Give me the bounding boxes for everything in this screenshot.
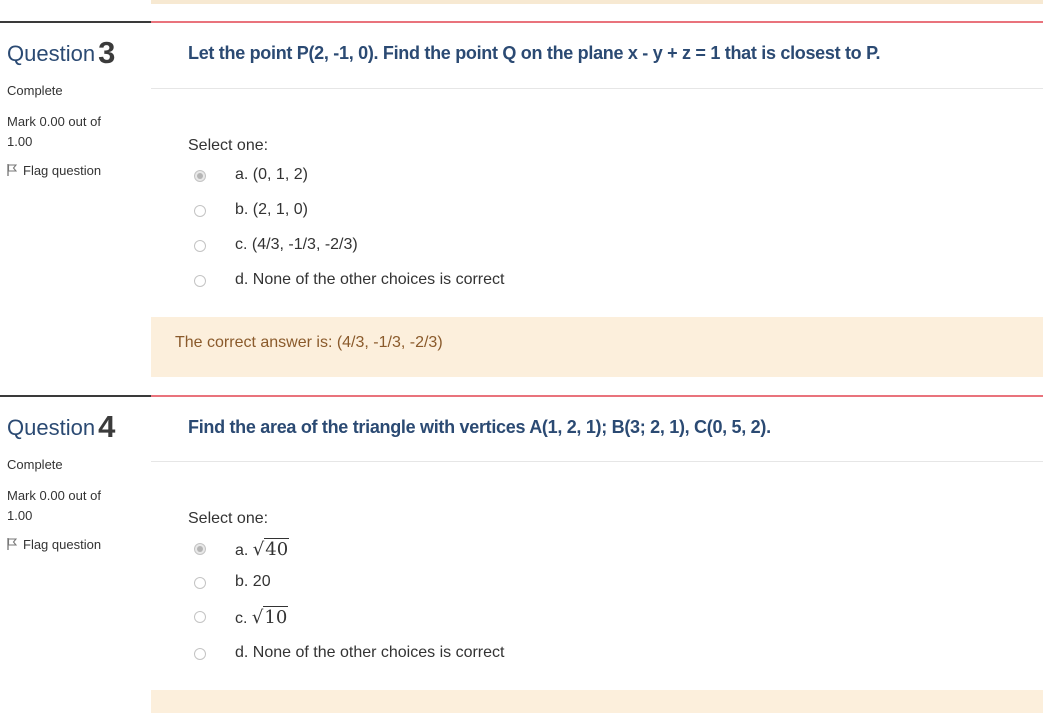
flag-icon	[7, 164, 17, 176]
option-letter: c.	[235, 610, 248, 627]
radio-button[interactable]	[194, 543, 206, 555]
option-letter: c.	[235, 236, 248, 253]
divider	[151, 88, 1043, 89]
option-label: d. None of the other choices is correct	[235, 644, 504, 662]
question-state: Complete	[7, 83, 63, 98]
correct-answer-feedback: The correct answer is: (4/3, -1/3, -2/3)	[175, 334, 443, 351]
square-root-expression: √40	[252, 538, 290, 560]
flag-question-label: Flag question	[23, 537, 102, 552]
option-text: 20	[252, 573, 271, 590]
radio-button[interactable]	[194, 611, 206, 623]
radicand: 40	[264, 538, 290, 560]
feedback-box: The correct answer is: (4/3, -1/3, -2/3)	[151, 317, 1043, 377]
question-label: Question	[7, 415, 96, 440]
option-text: None of the other choices is correct	[252, 271, 505, 288]
radio-button[interactable]	[194, 648, 206, 660]
question-3: Question3 Complete Mark 0.00 out of 1.00…	[0, 21, 1043, 377]
flag-question-label: Flag question	[23, 163, 102, 178]
option-letter: b.	[235, 573, 249, 590]
option-text: (0, 1, 2)	[252, 166, 308, 183]
option-text: (4/3, -1/3, -2/3)	[251, 236, 358, 253]
info-rule	[0, 21, 151, 23]
flag-question-link[interactable]: Flag question	[7, 537, 101, 552]
question-number: Question4	[7, 409, 115, 445]
info-rule	[0, 395, 151, 397]
radio-button[interactable]	[194, 275, 206, 287]
divider	[151, 461, 1043, 462]
question-number-value: 3	[98, 35, 116, 70]
option-label: b. (2, 1, 0)	[235, 201, 308, 219]
option-label: a. √40	[235, 538, 290, 560]
option-label: c. √10	[235, 606, 289, 628]
question-text: Find the area of the triangle with verti…	[188, 417, 771, 437]
radical-sign: √	[251, 607, 264, 628]
question-4: Question4 Complete Mark 0.00 out of 1.00…	[0, 395, 1043, 713]
option-letter: a.	[235, 166, 249, 183]
radical-sign: √	[252, 539, 265, 560]
question-label: Question	[7, 41, 96, 66]
question-grade: Mark 0.00 out of 1.00	[7, 488, 101, 523]
option-label: d. None of the other choices is correct	[235, 271, 504, 289]
option-letter: d.	[235, 271, 249, 288]
question-grade: Mark 0.00 out of 1.00	[7, 114, 101, 149]
radicand: 10	[263, 606, 289, 628]
select-one-prompt: Select one:	[188, 137, 269, 154]
question-text: Let the point P(2, -1, 0). Find the poin…	[188, 43, 881, 63]
radio-button[interactable]	[194, 170, 206, 182]
radio-button[interactable]	[194, 577, 206, 589]
option-letter: a.	[235, 542, 249, 559]
square-root-expression: √10	[251, 606, 289, 628]
content-rule	[151, 395, 1043, 397]
feedback-box	[151, 690, 1043, 713]
option-letter: b.	[235, 201, 249, 218]
option-letter: d.	[235, 644, 249, 661]
option-text: None of the other choices is correct	[252, 644, 505, 661]
flag-question-link[interactable]: Flag question	[7, 163, 101, 178]
question-number: Question3	[7, 35, 115, 71]
option-label: a. (0, 1, 2)	[235, 166, 308, 184]
option-text: (2, 1, 0)	[252, 201, 308, 218]
previous-feedback-strip	[151, 0, 1043, 4]
question-state: Complete	[7, 457, 63, 472]
option-label: b. 20	[235, 573, 271, 591]
question-number-value: 4	[98, 409, 116, 444]
select-one-prompt: Select one:	[188, 510, 269, 527]
content-rule	[151, 21, 1043, 23]
radio-button[interactable]	[194, 240, 206, 252]
radio-button[interactable]	[194, 205, 206, 217]
flag-icon	[7, 538, 17, 550]
option-label: c. (4/3, -1/3, -2/3)	[235, 236, 358, 254]
